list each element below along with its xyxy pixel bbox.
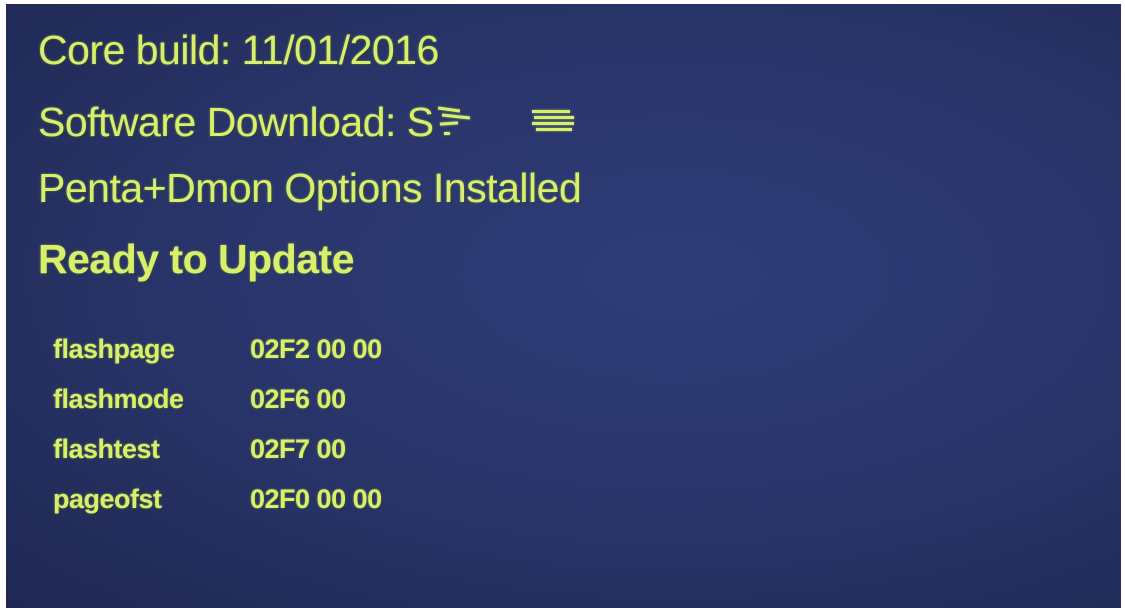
ready-to-update-line: Ready to Update [38,236,355,282]
register-row: flashtest 02F7 00 [53,429,382,479]
software-download-label: Software Download: S [38,99,434,145]
register-value: 02F6 00 [250,384,346,414]
register-list: flashpage 02F2 00 00 flashmode 02F6 00 f… [53,329,382,529]
register-row: flashpage 02F2 00 00 [53,329,382,379]
monitor-frame: Core build: 11/01/2016 Software Download… [0,0,1125,608]
register-value: 02F0 00 00 [250,484,382,514]
register-name: flashtest [53,434,160,464]
register-row: pageofst 02F0 00 00 [53,479,382,529]
register-value: 02F7 00 [250,434,346,464]
terminal-screen: Core build: 11/01/2016 Software Download… [6,4,1121,608]
corrupted-glyphs-icon [436,106,476,136]
corrupted-glyphs-icon [531,106,576,136]
core-build-line: Core build: 11/01/2016 [38,27,439,73]
register-row: flashmode 02F6 00 [53,379,382,429]
options-installed-line: Penta+Dmon Options Installed [38,165,582,211]
register-name: flashmode [53,384,184,414]
software-download-line: Software Download: S [38,98,576,146]
register-name: pageofst [53,484,162,514]
register-value: 02F2 00 00 [250,334,382,364]
register-name: flashpage [53,334,175,364]
